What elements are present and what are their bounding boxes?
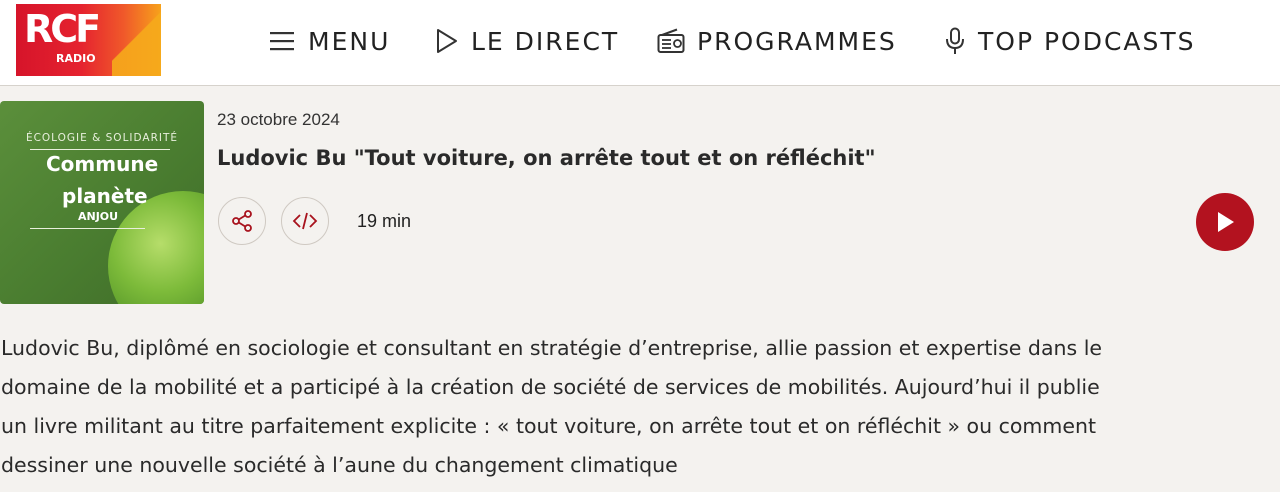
microphone-icon	[946, 27, 964, 54]
cover-divider-top	[30, 149, 170, 150]
nav-podcasts[interactable]: TOP PODCASTS	[944, 24, 1196, 58]
cover-title-line1: Commune	[46, 152, 159, 176]
description-line: Ludovic Bu, diplômé en sociologie et con…	[1, 336, 1103, 360]
play-button[interactable]	[1196, 193, 1254, 251]
site-header: RCF RADIO MENU LE DIRECT PROGRAMMES TOP …	[0, 0, 1280, 86]
nav-podcasts-label: TOP PODCASTS	[978, 26, 1196, 56]
episode-description: Ludovic Bu, diplômé en sociologie et con…	[1, 329, 1276, 485]
play-icon	[1218, 212, 1234, 232]
hamburger-icon	[270, 32, 294, 51]
share-button[interactable]	[218, 197, 266, 245]
podcast-cover-image[interactable]: ÉCOLOGIE & SOLIDARITÉ Commune planète AN…	[0, 101, 204, 304]
rcf-logo[interactable]: RCF RADIO	[16, 4, 161, 76]
episode-date: 23 octobre 2024	[217, 110, 340, 129]
nav-programs[interactable]: PROGRAMMES	[657, 24, 897, 58]
logo-text: RCF	[24, 7, 101, 51]
description-line: domaine de la mobilité et a participé à …	[1, 375, 1100, 399]
play-outline-icon	[437, 29, 457, 53]
code-icon	[292, 212, 318, 230]
cover-category: ÉCOLOGIE & SOLIDARITÉ	[25, 132, 179, 144]
embed-button[interactable]	[281, 197, 329, 245]
logo-subtext: RADIO	[56, 52, 96, 65]
nav-menu[interactable]: MENU	[270, 24, 390, 58]
nav-menu-label: MENU	[308, 26, 391, 56]
nav-programs-label: PROGRAMMES	[697, 26, 897, 56]
cover-divider-bottom	[30, 228, 145, 229]
nav-live[interactable]: LE DIRECT	[435, 24, 619, 58]
episode-title[interactable]: Ludovic Bu "Tout voiture, on arrête tout…	[217, 146, 876, 170]
cover-subtitle: ANJOU	[78, 210, 119, 223]
description-line: dessiner une nouvelle société à l’aune d…	[1, 453, 678, 477]
episode-duration: 19 min	[357, 211, 412, 231]
radio-icon	[657, 28, 685, 53]
share-icon	[232, 210, 252, 232]
description-line: un livre militant au titre parfaitement …	[1, 414, 1097, 438]
logo-stripe	[112, 4, 161, 76]
nav-live-label: LE DIRECT	[471, 26, 620, 56]
cover-title-line2: planète	[62, 184, 148, 208]
